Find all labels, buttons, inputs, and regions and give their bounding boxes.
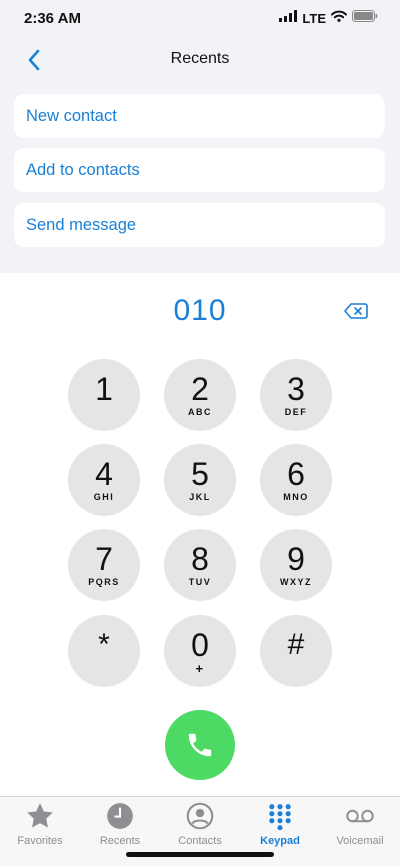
- key-letters: PQRS: [88, 577, 120, 587]
- tab-label: Keypad: [260, 835, 300, 847]
- key-0[interactable]: 0 +: [164, 615, 236, 687]
- key-letters: JKL: [189, 492, 211, 502]
- key-digit: 8: [191, 541, 209, 577]
- tab-recents[interactable]: Recents: [80, 801, 160, 853]
- key-letters: WXYZ: [280, 577, 312, 587]
- phone-icon: [188, 733, 212, 757]
- new-contact-button[interactable]: New contact: [14, 94, 385, 138]
- status-indicators: LTE: [279, 9, 378, 27]
- tab-favorites[interactable]: Favorites: [0, 801, 80, 853]
- add-to-contacts-button[interactable]: Add to contacts: [14, 148, 385, 192]
- key-1[interactable]: 1: [68, 359, 140, 431]
- delete-button[interactable]: [343, 301, 369, 321]
- key-3[interactable]: 3 DEF: [260, 359, 332, 431]
- send-message-button[interactable]: Send message: [14, 203, 385, 247]
- tab-label: Contacts: [178, 835, 222, 847]
- page-title: Recents: [170, 50, 230, 67]
- carrier-label: LTE: [302, 10, 326, 26]
- tab-label: Recents: [99, 835, 141, 847]
- key-star[interactable]: *: [68, 615, 140, 687]
- wifi-icon: [331, 9, 347, 27]
- key-9[interactable]: 9 WXYZ: [260, 529, 332, 601]
- key-4[interactable]: 4 GHI: [68, 444, 140, 516]
- delete-backspace-icon: [344, 303, 368, 319]
- key-letters: DEF: [284, 407, 308, 417]
- key-digit: 3: [287, 371, 305, 407]
- person-circle-icon: [185, 801, 215, 831]
- status-bar: 2:36 AM LTE: [0, 0, 400, 38]
- key-digit: 7: [95, 541, 113, 577]
- tab-label: Favorites: [17, 835, 63, 847]
- star-icon: [25, 801, 55, 831]
- tab-voicemail[interactable]: Voicemail: [320, 801, 400, 853]
- key-digit: 4: [95, 456, 113, 492]
- key-digit: 9: [287, 541, 305, 577]
- navigation-bar: Recents: [0, 38, 400, 82]
- clock-icon: [105, 801, 135, 831]
- dialed-number: 010: [173, 294, 227, 327]
- key-letters: TUV: [188, 577, 212, 587]
- status-time: 2:36 AM: [24, 10, 81, 27]
- key-digit: *: [98, 628, 110, 661]
- key-letters: ABC: [188, 407, 212, 417]
- key-digit: 1: [95, 371, 113, 407]
- key-letters: GHI: [93, 492, 115, 502]
- key-digit: 0: [191, 627, 209, 663]
- tab-label: Voicemail: [336, 835, 384, 847]
- key-digit: 2: [191, 371, 209, 407]
- key-8[interactable]: 8 TUV: [164, 529, 236, 601]
- key-7[interactable]: 7 PQRS: [68, 529, 140, 601]
- battery-icon: [352, 9, 378, 27]
- voicemail-icon: [345, 801, 375, 831]
- key-digit: #: [287, 628, 305, 661]
- key-digit: 5: [191, 456, 209, 492]
- call-button[interactable]: [165, 710, 235, 780]
- signal-icon: [279, 9, 298, 27]
- tab-keypad[interactable]: Keypad: [240, 801, 320, 853]
- tab-contacts[interactable]: Contacts: [160, 801, 240, 853]
- home-indicator[interactable]: [126, 852, 274, 857]
- key-6[interactable]: 6 MNO: [260, 444, 332, 516]
- key-5[interactable]: 5 JKL: [164, 444, 236, 516]
- key-letters: MNO: [283, 492, 309, 502]
- key-2[interactable]: 2 ABC: [164, 359, 236, 431]
- key-hash[interactable]: #: [260, 615, 332, 687]
- key-digit: 6: [287, 456, 305, 492]
- keypad-grid-icon: [265, 801, 295, 831]
- key-letters: +: [195, 661, 205, 676]
